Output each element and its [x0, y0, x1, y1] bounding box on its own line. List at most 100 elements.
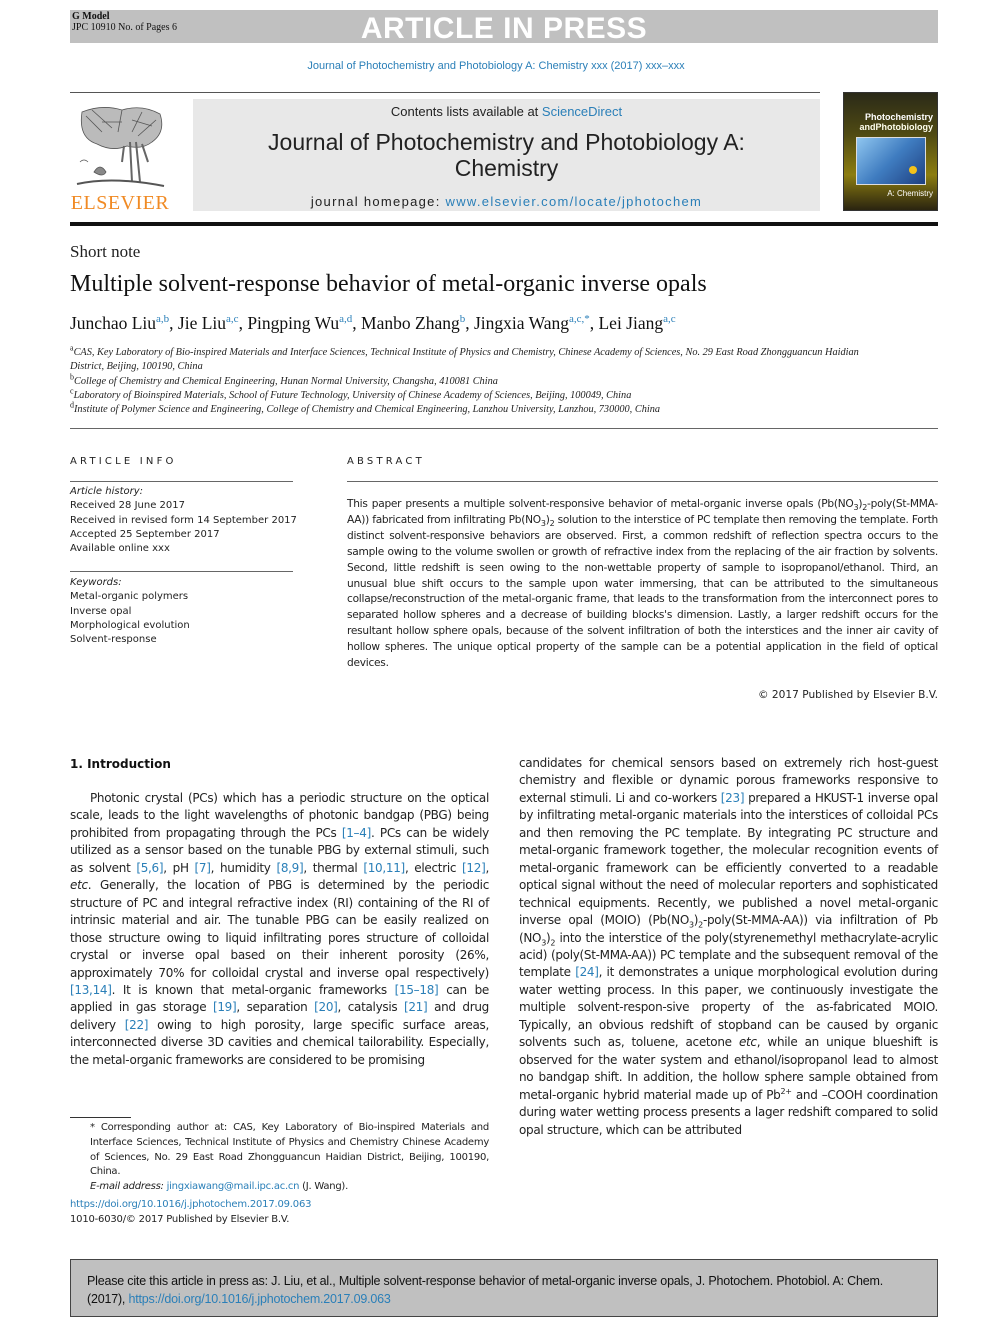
author-affiliation-marker[interactable]: a,d	[339, 313, 352, 325]
doi-link[interactable]: https://doi.org/10.1016/j.jphotochem.201…	[70, 1198, 311, 1213]
affiliation-item: bCollege of Chemistry and Chemical Engin…	[70, 373, 870, 389]
author-affiliation-marker[interactable]: a,c	[663, 313, 676, 325]
author-name[interactable]: Jingxia Wang	[474, 313, 569, 333]
header-divider	[70, 92, 820, 93]
article-history-label: Article history:	[70, 486, 144, 497]
abstract-segment: solution to the interstice of PC templat…	[347, 513, 938, 670]
corresponding-author-footnote: * Corresponding author at: CAS, Key Labo…	[70, 1121, 489, 1195]
elsevier-logo[interactable]: ELSEVIER	[70, 100, 170, 215]
body-text: prepared a HKUST-1 inverse opal by infil…	[519, 790, 938, 928]
section-heading-introduction: 1. Introduction	[70, 757, 171, 771]
author-name[interactable]: Jie Liu	[178, 313, 226, 333]
citation-reference-link[interactable]: [15–18]	[395, 983, 439, 997]
body-text: , thermal	[303, 860, 364, 875]
author-affiliation-marker[interactable]: a,c	[226, 313, 239, 325]
author-list: Junchao Liua,b, Jie Liua,c, Pingping Wua…	[70, 313, 676, 334]
cover-title-1: Photochemistry	[864, 112, 933, 122]
author-name[interactable]: Manbo Zhang	[361, 313, 460, 333]
author-name[interactable]: Pingping Wu	[247, 313, 339, 333]
pages-info: JPC 10910 No. of Pages 6	[72, 22, 178, 33]
citation-reference-link[interactable]: [10,11]	[363, 861, 405, 875]
affiliation-text: College of Chemistry and Chemical Engine…	[74, 375, 498, 387]
author-name[interactable]: Lei Jiang	[598, 313, 663, 333]
history-item: Received 28 June 2017	[70, 500, 185, 512]
author-separator: ,	[169, 313, 178, 333]
abstract-text: This paper presents a multiple solvent-r…	[347, 497, 938, 672]
elsevier-tree-icon	[72, 102, 168, 192]
citation-reference-link[interactable]: [12]	[462, 861, 486, 875]
cover-section: A: Chemistry	[887, 189, 933, 198]
citation-doi-link[interactable]: https://doi.org/10.1016/j.jphotochem.201…	[128, 1292, 390, 1306]
email-link[interactable]: jingxiawang@mail.ipc.ac.cn	[167, 1181, 300, 1192]
body-text: , catalysis	[337, 1000, 404, 1015]
footnote-divider	[70, 1117, 131, 1118]
email-suffix: (J. Wang).	[299, 1181, 348, 1193]
journal-reference-link[interactable]: Journal of Photochemistry and Photobiolo…	[0, 60, 992, 72]
email-label: E-mail address:	[90, 1181, 164, 1193]
citation-reference-link[interactable]: [23]	[721, 791, 745, 805]
journal-homepage: journal homepage: www.elsevier.com/locat…	[193, 194, 820, 209]
author-name[interactable]: Junchao Liu	[70, 313, 156, 333]
issn-copyright: 1010-6030/© 2017 Published by Elsevier B…	[70, 1213, 290, 1225]
contents-line: Contents lists available at ScienceDirec…	[193, 104, 820, 119]
citation-reference-link[interactable]: [20]	[314, 1000, 338, 1014]
sun-icon	[909, 166, 917, 174]
citation-reference-link[interactable]: [8,9]	[276, 861, 303, 875]
history-item: Available online xxx	[70, 543, 170, 555]
citation-reference-link[interactable]: [24]	[575, 965, 599, 979]
keywords-label: Keywords:	[70, 577, 122, 588]
affiliation-divider	[70, 428, 938, 429]
elsevier-wordmark: ELSEVIER	[70, 192, 170, 214]
affiliation-item: dInstitute of Polymer Science and Engine…	[70, 401, 870, 417]
citation-reference-link[interactable]: [13,14]	[70, 983, 112, 997]
citation-reference-link[interactable]: [5,6]	[136, 861, 163, 875]
abstract-copyright: © 2017 Published by Elsevier B.V.	[757, 689, 938, 701]
affiliation-item: cLaboratory of Bioinspired Materials, Sc…	[70, 387, 870, 403]
affiliation-text: Institute of Polymer Science and Enginee…	[74, 404, 660, 416]
body-text: , humidity	[210, 860, 277, 875]
affiliation-text: CAS, Key Laboratory of Bio-inspired Mate…	[70, 347, 859, 373]
journal-cover-image[interactable]: Photochemistry andPhotobiology A: Chemis…	[843, 92, 938, 211]
contents-prefix: Contents lists available at	[390, 104, 542, 119]
citation-reference-link[interactable]: [7]	[195, 861, 211, 875]
history-item: Received in revised form 14 September 20…	[70, 514, 297, 526]
abstract-divider	[347, 481, 938, 482]
italic-text: etc	[738, 1035, 757, 1050]
article-title: Multiple solvent-response behavior of me…	[70, 271, 707, 297]
header-thick-divider	[70, 222, 938, 226]
cover-title-2: andPhotobiology	[859, 122, 934, 132]
article-type: Short note	[70, 242, 141, 261]
author-affiliation-marker[interactable]: a,c,*	[569, 313, 590, 325]
keyword-item: Morphological evolution	[70, 619, 190, 631]
body-text: . Generally, the location of PBG is dete…	[70, 878, 489, 980]
italic-text: etc	[70, 878, 88, 893]
abstract-segment: This paper presents a multiple solvent-r…	[347, 498, 854, 510]
body-column-right: candidates for chemical sensors based on…	[519, 755, 938, 1139]
journal-banner: Contents lists available at ScienceDirec…	[193, 99, 820, 211]
affiliations: aCAS, Key Laboratory of Bio-inspired Mat…	[70, 344, 870, 417]
citation-reference-link[interactable]: [21]	[404, 1000, 428, 1014]
body-text: . It is known that metal-organic framewo…	[111, 982, 395, 997]
journal-title: Journal of Photochemistry and Photobiolo…	[193, 129, 820, 181]
citation-reference-link[interactable]: [1–4]	[342, 826, 371, 840]
homepage-prefix: journal homepage:	[310, 194, 446, 209]
body-text: , separation	[236, 1000, 315, 1015]
homepage-link[interactable]: www.elsevier.com/locate/jphotochem	[446, 194, 703, 209]
citation-reference-link[interactable]: [22]	[125, 1018, 149, 1032]
email-line: E-mail address: jingxiawang@mail.ipc.ac.…	[70, 1180, 489, 1195]
abstract-heading: ABSTRACT	[347, 456, 425, 467]
cover-artwork	[856, 137, 926, 185]
author-affiliation-marker[interactable]: a,b	[156, 313, 169, 325]
keywords-divider	[70, 571, 293, 572]
citation-reference-link[interactable]: [19]	[213, 1000, 237, 1014]
keyword-item: Inverse opal	[70, 605, 132, 617]
g-model-info: G Model JPC 10910 No. of Pages 6	[72, 11, 177, 33]
history-item: Accepted 25 September 2017	[70, 528, 220, 540]
sciencedirect-link[interactable]: ScienceDirect	[542, 104, 622, 119]
article-info-divider	[70, 481, 293, 482]
keywords: Keywords: Metal-organic polymers Inverse…	[70, 576, 310, 647]
affiliation-text: Laboratory of Bioinspired Materials, Sch…	[73, 389, 632, 401]
g-model-label: G Model	[72, 11, 110, 22]
affiliation-item: aCAS, Key Laboratory of Bio-inspired Mat…	[70, 344, 870, 375]
article-history: Article history: Received 28 June 2017 R…	[70, 485, 310, 556]
